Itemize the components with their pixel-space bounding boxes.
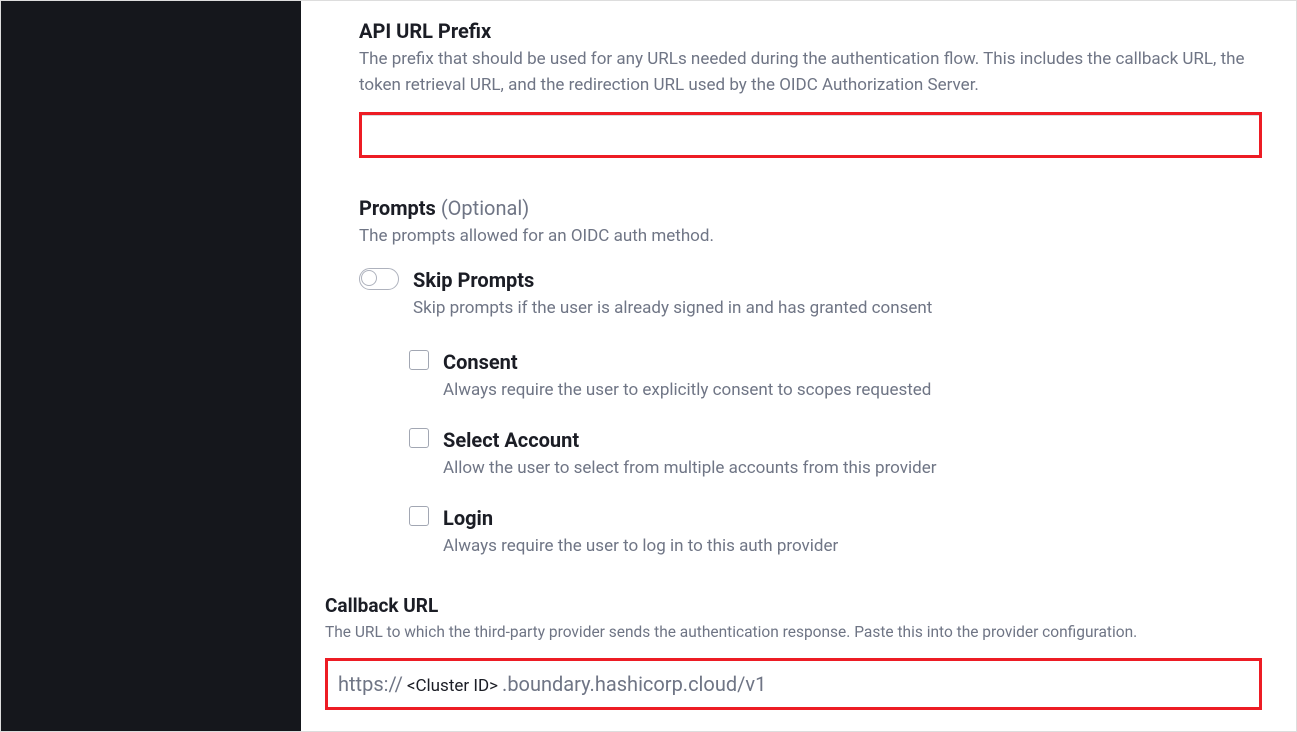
login-label: Login xyxy=(443,506,1262,530)
consent-row: Consent Always require the user to expli… xyxy=(409,350,1262,400)
prompts-help: The prompts allowed for an OIDC auth met… xyxy=(359,224,1262,250)
api-url-prefix-input[interactable] xyxy=(362,115,1259,155)
sidebar xyxy=(1,1,301,731)
skip-prompts-desc: Skip prompts if the user is already sign… xyxy=(413,298,1262,318)
select-account-body: Select Account Allow the user to select … xyxy=(443,428,1262,478)
prompts-label-text: Prompts xyxy=(359,196,436,220)
skip-prompts-body: Skip Prompts Skip prompts if the user is… xyxy=(413,268,1262,318)
callback-url-value[interactable]: https://<Cluster ID>.boundary.hashicorp.… xyxy=(338,672,766,696)
skip-prompts-row: Skip Prompts Skip prompts if the user is… xyxy=(359,268,1262,318)
consent-body: Consent Always require the user to expli… xyxy=(443,350,1262,400)
consent-desc: Always require the user to explicitly co… xyxy=(443,380,1262,400)
skip-prompts-toggle[interactable] xyxy=(359,268,399,290)
prompts-optional: (Optional) xyxy=(441,196,529,220)
consent-checkbox[interactable] xyxy=(409,350,429,370)
login-desc: Always require the user to log in to thi… xyxy=(443,536,1262,556)
login-checkbox[interactable] xyxy=(409,506,429,526)
form-main: API URL Prefix The prefix that should be… xyxy=(301,1,1296,731)
consent-label: Consent xyxy=(443,350,1262,374)
callback-label: Callback URL xyxy=(325,594,1262,617)
callback-cluster-id: <Cluster ID> xyxy=(403,676,502,696)
callback-section: Callback URL The URL to which the third-… xyxy=(359,594,1262,710)
callback-help: The URL to which the third-party provide… xyxy=(325,621,1262,644)
select-account-row: Select Account Allow the user to select … xyxy=(409,428,1262,478)
api-url-prefix-help: The prefix that should be used for any U… xyxy=(359,47,1262,98)
callback-suffix: .boundary.hashicorp.cloud/v1 xyxy=(502,672,766,696)
skip-prompts-label: Skip Prompts xyxy=(413,268,1262,292)
select-account-label: Select Account xyxy=(443,428,1262,452)
select-account-checkbox[interactable] xyxy=(409,428,429,448)
api-url-prefix-highlight xyxy=(359,112,1262,158)
callback-prefix: https:// xyxy=(338,672,403,696)
prompts-check-list: Consent Always require the user to expli… xyxy=(409,350,1262,556)
prompts-label: Prompts (Optional) xyxy=(359,196,1262,220)
callback-url-highlight: https://<Cluster ID>.boundary.hashicorp.… xyxy=(325,658,1262,710)
login-body: Login Always require the user to log in … xyxy=(443,506,1262,556)
api-url-prefix-label: API URL Prefix xyxy=(359,19,1262,43)
prompts-section: Prompts (Optional) The prompts allowed f… xyxy=(359,196,1262,556)
api-url-prefix-section: API URL Prefix The prefix that should be… xyxy=(359,19,1262,158)
login-row: Login Always require the user to log in … xyxy=(409,506,1262,556)
toggle-knob xyxy=(361,270,377,286)
select-account-desc: Allow the user to select from multiple a… xyxy=(443,458,1262,478)
